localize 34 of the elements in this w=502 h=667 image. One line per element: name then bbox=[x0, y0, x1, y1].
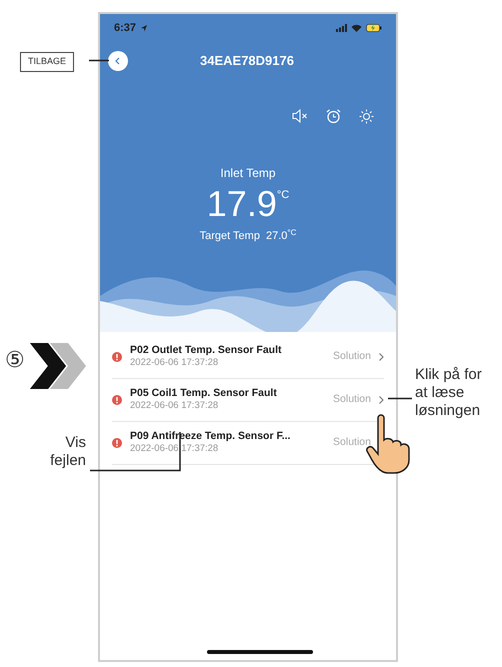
leader-line bbox=[388, 397, 412, 400]
wifi-icon bbox=[351, 24, 362, 32]
fault-time: 2022-06-06 17:37:28 bbox=[130, 357, 220, 369]
back-button[interactable] bbox=[108, 50, 128, 70]
chevron-icon bbox=[379, 396, 384, 404]
leader-line bbox=[89, 59, 109, 62]
temp-unit: °C bbox=[276, 190, 290, 200]
mute-icon[interactable] bbox=[292, 108, 308, 122]
battery-icon bbox=[366, 24, 382, 32]
step-number: ⑤ bbox=[5, 347, 25, 374]
back-icon bbox=[114, 56, 122, 64]
chevron-icon bbox=[379, 352, 384, 360]
target-temp-label: Target Temp bbox=[200, 228, 260, 244]
fault-title: P05 Coil1 Temp. Sensor Fault bbox=[130, 387, 278, 400]
device-title: 34EAE78D9176 bbox=[199, 52, 295, 70]
callout-label: TILBAGE bbox=[20, 52, 74, 72]
location-icon bbox=[140, 24, 148, 32]
target-temp-value: 27.0$^{°C}$ bbox=[266, 228, 296, 244]
alarm-clock-icon[interactable] bbox=[326, 108, 341, 124]
callout-text: Vis fejlen bbox=[49, 434, 86, 470]
alert-icon bbox=[112, 352, 122, 362]
fault-title: P02 Outlet Temp. Sensor Fault bbox=[130, 344, 283, 358]
double-chevron-icon bbox=[30, 343, 86, 389]
callout-text: Klik på for at læse løsningen bbox=[415, 366, 483, 420]
alert-icon bbox=[112, 438, 122, 448]
fault-time: 2022-06-06 17:37:28 bbox=[130, 400, 220, 412]
signal-icon bbox=[336, 24, 347, 32]
fault-time: 2022-06-06 17:37:28 bbox=[130, 443, 220, 455]
inlet-temp-value: 17.9 bbox=[206, 186, 277, 222]
inlet-temp-label: Inlet Temp bbox=[220, 164, 276, 182]
alert-icon bbox=[112, 394, 122, 404]
status-time: 6:37 bbox=[114, 21, 136, 36]
fault-row[interactable]: P02 Outlet Temp. Sensor Fault 2022-06-06 17:37:28 Solution bbox=[112, 336, 384, 379]
sun-icon[interactable] bbox=[359, 108, 374, 124]
